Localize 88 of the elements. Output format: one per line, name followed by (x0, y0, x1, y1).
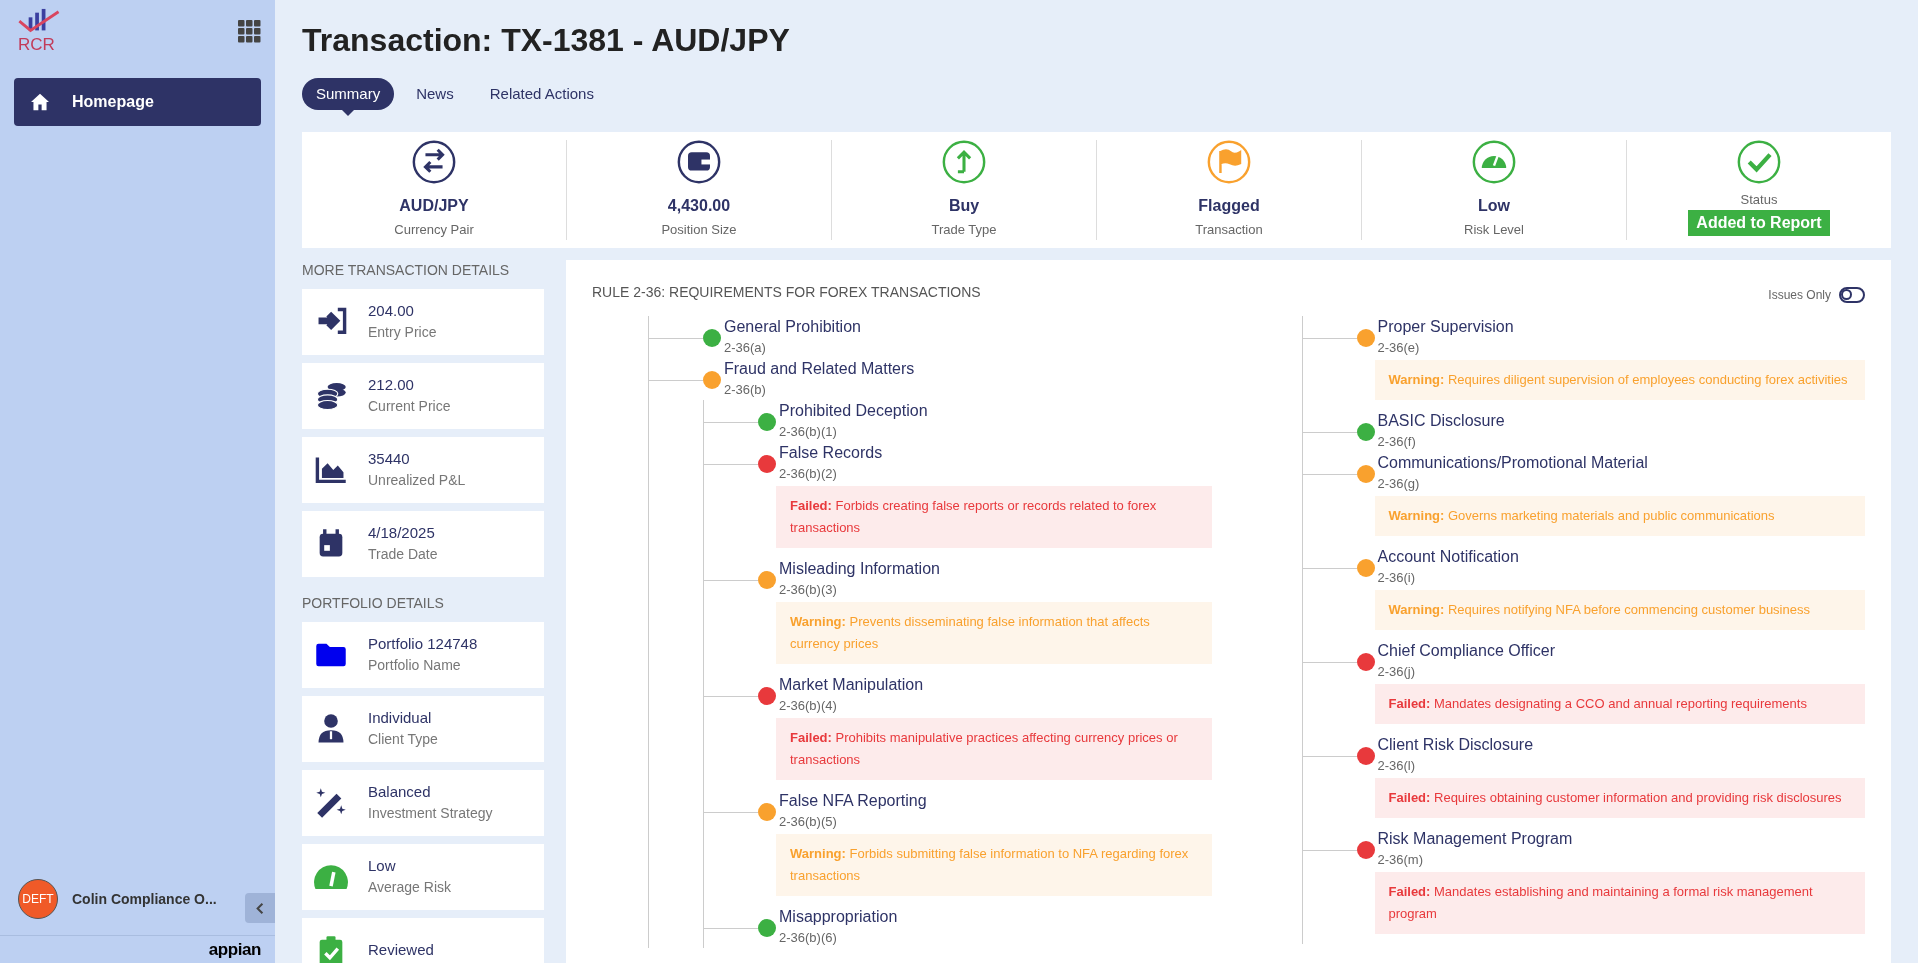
rule-note: Failed: Mandates designating a CCO and annual reporting requirements (1374, 683, 1865, 724)
rule-note: Failed: Forbids creating false reports or records related to forex transactions (776, 485, 1212, 548)
rule-code: 2-36(m) (1377, 850, 1424, 869)
detail-value: Reviewed (368, 940, 434, 961)
rule-item-title: Prohibited Deception (779, 400, 929, 421)
rule-item-title: Communications/Promotional Material (1377, 452, 1649, 473)
detail-label: Unrealized P&L (368, 471, 466, 491)
rule-code: 2-36(g) (1377, 474, 1421, 493)
tab-pointer-icon (342, 110, 355, 116)
rule-code: 2-36(j) (1377, 662, 1417, 681)
rule-code: 2-36(b) (724, 380, 767, 399)
detail-label: Investment Strategy (368, 804, 493, 824)
rule-item-title: BASIC Disclosure (1377, 410, 1506, 431)
kpi-label: Transaction (1195, 221, 1263, 239)
kpi-value: Flagged (1198, 196, 1260, 216)
issues-only-toggle[interactable] (1839, 286, 1865, 303)
detail-label: Entry Price (368, 323, 437, 343)
rule-item-title: Risk Management Program (1377, 828, 1574, 849)
kpi-label: Position Size (661, 221, 737, 239)
rule-code: 2-36(b)(5) (779, 812, 838, 831)
rule-code: 2-36(a) (724, 338, 767, 357)
rule-item-title: Misappropriation (779, 906, 899, 927)
rule-code: 2-36(b)(2) (779, 464, 838, 483)
detail-value: Low (368, 855, 397, 876)
tab[interactable]: Summary (302, 78, 395, 110)
detail-label: Trade Date (368, 545, 438, 565)
kpi-value: Buy (948, 196, 980, 216)
app-grid-icon (238, 19, 261, 43)
rule-code: 2-36(b)(4) (779, 696, 838, 715)
user-name: Colin Compliance O... (72, 889, 217, 909)
nav-item[interactable]: Homepage (14, 78, 261, 126)
kpi-value: 4,430.00 (667, 196, 731, 216)
detail-label: Average Risk (368, 878, 451, 898)
rule-item-title: General Prohibition (724, 316, 862, 337)
rule-title: RULE 2-36: REQUIREMENTS FOR FOREX TRANSACTIONS (592, 282, 981, 302)
rule-note: Failed: Prohibits manipulative practices affecting currency prices or transactions (776, 717, 1212, 780)
rule-note: Failed: Requires obtaining customer information and providing risk disclosures (1374, 777, 1865, 818)
rule-note: Warning: Requires notifying NFA before commencing customer business (1374, 589, 1865, 630)
user-avatar: DEFT (18, 879, 58, 919)
detail-value: 212.00 (368, 374, 415, 395)
tab[interactable]: Related Actions (475, 78, 608, 110)
rule-item-title: Account Notification (1377, 546, 1520, 567)
rule-item-title: False Records (779, 442, 884, 463)
detail-value: 204.00 (368, 300, 415, 321)
home-icon (30, 93, 50, 111)
brand-logo: appian (208, 938, 261, 961)
rule-code: 2-36(b)(6) (779, 928, 838, 947)
kpi-label: Currency Pair (394, 221, 474, 239)
detail-label: Portfolio Name (368, 656, 462, 676)
detail-label: Client Type (368, 730, 438, 750)
rule-code: 2-36(e) (1377, 338, 1421, 357)
detail-label: Current Price (368, 397, 451, 417)
kpi-label: Status (1740, 191, 1778, 209)
collapse-button[interactable] (245, 893, 275, 923)
detail-value: Balanced (368, 781, 432, 802)
rule-note: Warning: Prevents disseminating false information that affects currency prices (776, 601, 1212, 664)
chevron-left-icon (256, 901, 264, 915)
detail-value: Individual (368, 707, 433, 728)
logo: RCR (14, 8, 62, 54)
rule-item-title: False NFA Reporting (779, 790, 928, 811)
rule-item-title: Fraud and Related Matters (724, 358, 916, 379)
kpi-value: Low (1478, 196, 1510, 216)
tab[interactable]: News (402, 78, 468, 110)
rule-code: 2-36(i) (1377, 568, 1417, 587)
rule-note: Warning: Governs marketing materials and public communications (1374, 495, 1865, 536)
section-heading: PORTFOLIO DETAILS (302, 593, 445, 613)
detail-value: 35440 (368, 448, 411, 469)
kpi-value: AUD/JPY (399, 196, 469, 216)
page-title: Transaction: TX-1381 - AUD/JPY (302, 21, 791, 60)
rule-code: 2-36(l) (1377, 756, 1417, 775)
rule-item-title: Client Risk Disclosure (1377, 734, 1535, 755)
detail-value: Portfolio 124748 (368, 633, 478, 654)
rule-note: Warning: Forbids submitting false information to NFA regarding forex transactions (776, 833, 1212, 896)
rule-code: 2-36(f) (1377, 432, 1417, 451)
rule-note: Failed: Mandates establishing and maintaining a formal risk management program (1374, 871, 1865, 934)
kpi-label: Risk Level (1464, 221, 1524, 239)
rule-item-title: Market Manipulation (779, 674, 925, 695)
kpi-label: Trade Type (931, 221, 997, 239)
rule-item-title: Proper Supervision (1377, 316, 1515, 337)
detail-value: 4/18/2025 (368, 522, 436, 543)
toggle-label: Issues Only (1768, 286, 1831, 304)
status-badge: Added to Report (1688, 209, 1830, 236)
rule-code: 2-36(b)(1) (779, 422, 838, 441)
section-heading: MORE TRANSACTION DETAILS (302, 260, 511, 280)
rule-item-title: Misleading Information (779, 558, 941, 579)
rule-code: 2-36(b)(3) (779, 580, 838, 599)
rule-note: Warning: Requires diligent supervision of employees conducting forex activities (1374, 359, 1865, 400)
rule-item-title: Chief Compliance Officer (1377, 640, 1557, 661)
